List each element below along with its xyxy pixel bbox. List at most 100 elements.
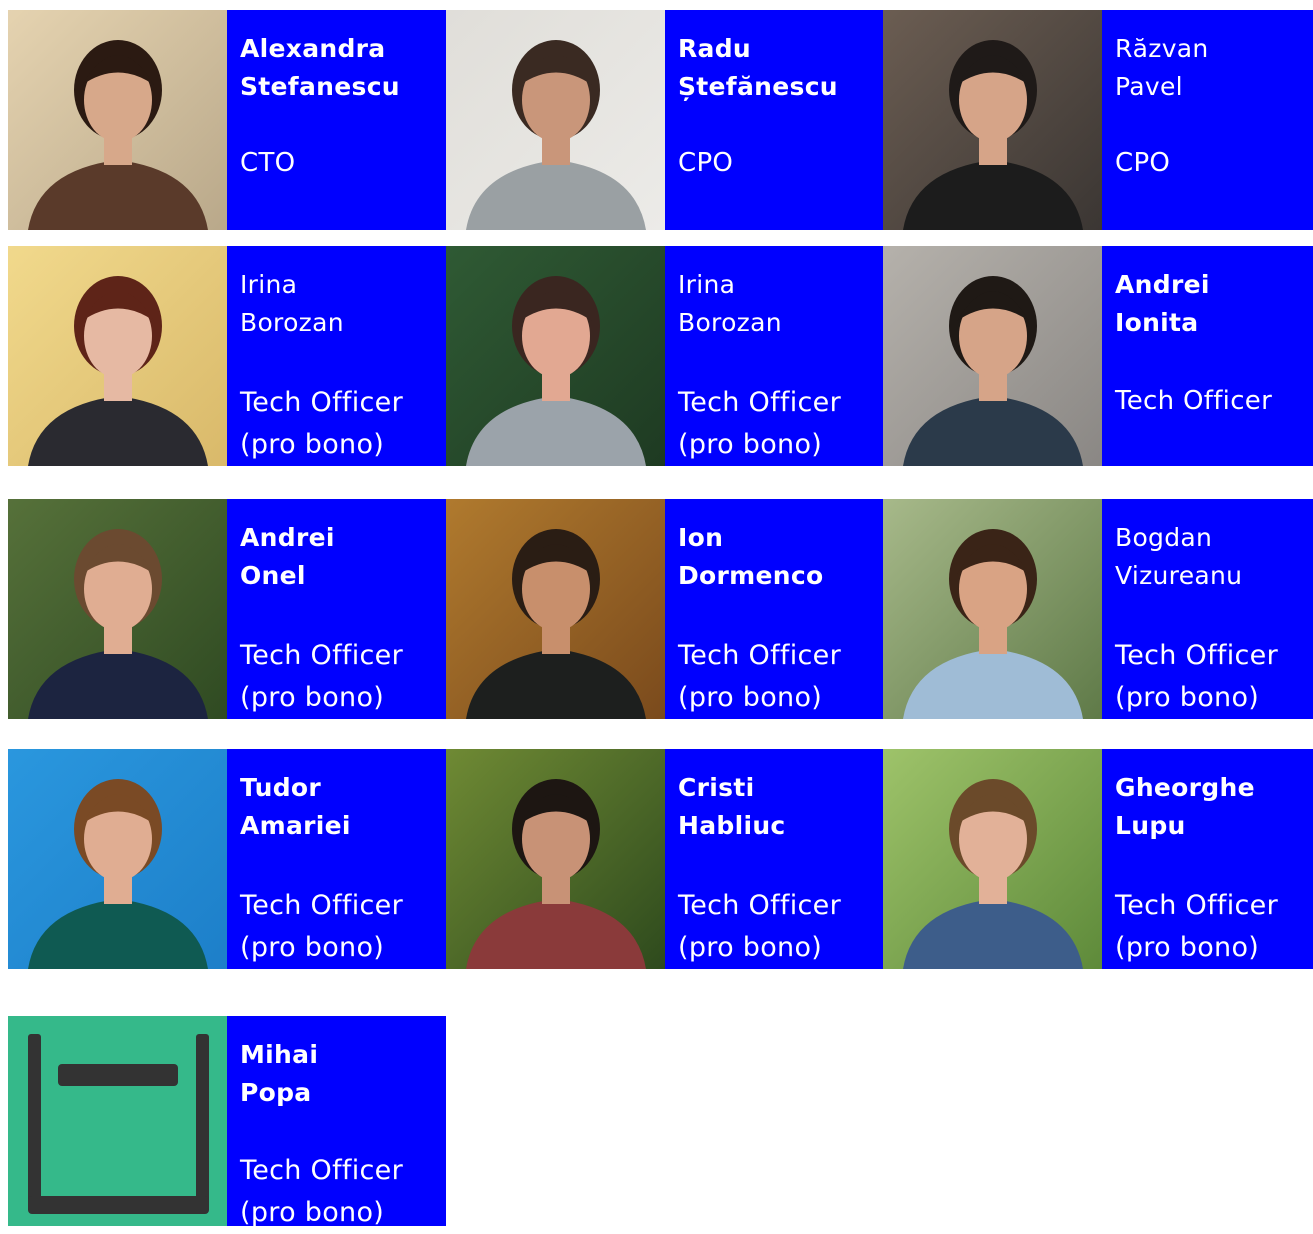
member-role: Tech Officer <box>240 387 403 418</box>
team-card-mihai-popa: Mihai Popa Tech Officer (pro bono) <box>8 1016 446 1228</box>
team-card-alexandra-stefanescu: Alexandra Stefanescu CTO <box>8 10 446 230</box>
profile-photo <box>446 499 665 719</box>
portrait-graphic <box>446 246 665 466</box>
avatar-frame-left <box>28 1034 41 1209</box>
member-info: Irina Borozan Tech Officer (pro bono) <box>665 246 884 466</box>
team-card-irina-borozan: Irina Borozan Tech Officer (pro bono) <box>8 246 446 466</box>
member-last-name: Onel <box>240 561 306 590</box>
portrait-graphic <box>883 499 1102 719</box>
member-role-note: (pro bono) <box>1115 682 1260 713</box>
member-role-note: (pro bono) <box>240 932 385 963</box>
member-info: Ion Dormenco Tech Officer (pro bono) <box>665 499 884 719</box>
profile-photo <box>8 10 227 230</box>
member-info: Tudor Amariei Tech Officer (pro bono) <box>227 749 446 969</box>
portrait-graphic <box>883 246 1102 466</box>
member-last-name: Dormenco <box>678 561 824 590</box>
member-info: Mihai Popa Tech Officer (pro bono) <box>227 1016 446 1228</box>
member-role: CPO <box>1115 148 1171 178</box>
profile-photo <box>8 246 227 466</box>
team-card-andrei-ionita: Andrei Ionita Tech Officer <box>883 246 1313 466</box>
member-last-name: Amariei <box>240 811 351 840</box>
team-card-irina-borozan-2: Irina Borozan Tech Officer (pro bono) <box>446 246 884 466</box>
profile-photo <box>446 246 665 466</box>
member-info: Irina Borozan Tech Officer (pro bono) <box>227 246 446 466</box>
portrait-graphic <box>446 499 665 719</box>
profile-photo <box>446 10 665 230</box>
team-card-gheorghe-lupu: Gheorghe Lupu Tech Officer (pro bono) <box>883 749 1313 969</box>
profile-photo <box>883 499 1102 719</box>
member-first-name: Irina <box>678 270 736 299</box>
member-role: Tech Officer <box>240 640 403 671</box>
member-first-name: Răzvan <box>1115 34 1209 63</box>
portrait-graphic <box>446 10 665 230</box>
member-role: CTO <box>240 148 296 178</box>
profile-photo <box>883 749 1102 969</box>
portrait-graphic <box>883 749 1102 969</box>
member-first-name: Tudor <box>240 773 322 802</box>
team-card-bogdan-vizureanu: Bogdan Vizureanu Tech Officer (pro bono) <box>883 499 1313 719</box>
team-card-cristi-habliuc: Cristi Habliuc Tech Officer (pro bono) <box>446 749 884 969</box>
portrait-graphic <box>446 749 665 969</box>
portrait-graphic <box>8 1016 227 1226</box>
member-role: Tech Officer <box>678 890 841 921</box>
member-info: Alexandra Stefanescu CTO <box>227 10 446 230</box>
member-first-name: Gheorghe <box>1115 773 1255 802</box>
portrait-graphic <box>8 499 227 719</box>
member-last-name: Borozan <box>240 308 344 337</box>
avatar-frame-bar <box>58 1064 178 1086</box>
member-role-note: (pro bono) <box>240 429 385 460</box>
member-info: Cristi Habliuc Tech Officer (pro bono) <box>665 749 884 969</box>
profile-photo-placeholder <box>8 1016 227 1226</box>
member-last-name: Popa <box>240 1078 312 1107</box>
member-role: Tech Officer <box>240 890 403 921</box>
member-role-note: (pro bono) <box>678 932 823 963</box>
member-last-name: Ionita <box>1115 308 1199 337</box>
portrait-graphic <box>8 10 227 230</box>
member-info: Andrei Ionita Tech Officer <box>1102 246 1313 466</box>
member-last-name: Pavel <box>1115 72 1183 101</box>
member-first-name: Mihai <box>240 1040 319 1069</box>
member-role-note: (pro bono) <box>1115 932 1260 963</box>
profile-photo <box>883 10 1102 230</box>
member-role: Tech Officer <box>678 387 841 418</box>
member-role: CPO <box>678 148 734 178</box>
member-info: Bogdan Vizureanu Tech Officer (pro bono) <box>1102 499 1313 719</box>
profile-photo <box>8 499 227 719</box>
member-last-name: Stefanescu <box>240 72 400 101</box>
team-card-andrei-onel: Andrei Onel Tech Officer (pro bono) <box>8 499 446 719</box>
avatar-frame-right <box>196 1034 209 1209</box>
team-card-ion-dormenco: Ion Dormenco Tech Officer (pro bono) <box>446 499 884 719</box>
team-card-radu-stefanescu: Radu Ștefănescu CPO <box>446 10 884 230</box>
team-card-tudor-amariei: Tudor Amariei Tech Officer (pro bono) <box>8 749 446 969</box>
profile-photo <box>883 246 1102 466</box>
member-first-name: Cristi <box>678 773 755 802</box>
member-role: Tech Officer <box>1115 640 1278 671</box>
member-first-name: Ion <box>678 523 724 552</box>
member-last-name: Lupu <box>1115 811 1186 840</box>
member-first-name: Andrei <box>240 523 335 552</box>
member-last-name: Habliuc <box>678 811 786 840</box>
profile-photo <box>446 749 665 969</box>
member-last-name: Vizureanu <box>1115 561 1243 590</box>
member-last-name: Borozan <box>678 308 782 337</box>
member-role-note: (pro bono) <box>678 682 823 713</box>
portrait-graphic <box>8 749 227 969</box>
member-role: Tech Officer <box>1115 386 1273 416</box>
member-role: Tech Officer <box>678 640 841 671</box>
team-card-razvan-pavel: Răzvan Pavel CPO <box>883 10 1313 230</box>
member-first-name: Andrei <box>1115 270 1210 299</box>
member-info: Andrei Onel Tech Officer (pro bono) <box>227 499 446 719</box>
member-info: Răzvan Pavel CPO <box>1102 10 1313 230</box>
portrait-graphic <box>883 10 1102 230</box>
avatar-frame-bottom <box>28 1196 209 1214</box>
portrait-graphic <box>8 246 227 466</box>
member-last-name: Ștefănescu <box>678 72 838 101</box>
profile-photo <box>8 749 227 969</box>
member-role-note: (pro bono) <box>240 682 385 713</box>
member-first-name: Radu <box>678 34 752 63</box>
member-first-name: Bogdan <box>1115 523 1213 552</box>
member-role-note: (pro bono) <box>678 429 823 460</box>
member-first-name: Irina <box>240 270 298 299</box>
member-info: Radu Ștefănescu CPO <box>665 10 884 230</box>
member-role: Tech Officer <box>240 1155 403 1186</box>
